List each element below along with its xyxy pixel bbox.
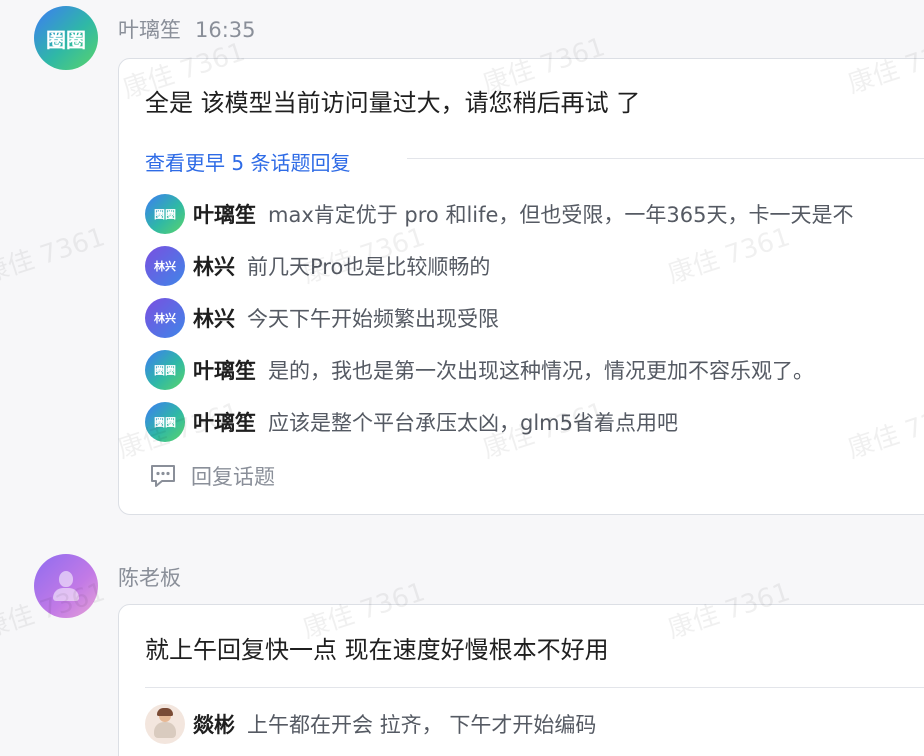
reply-author[interactable]: 燚彬 [193, 709, 235, 739]
reply-text: max肯定优于 pro 和life，但也受限，一年365天，卡一天是不 [268, 203, 854, 227]
reply-row: 圈圈 叶璃笙 是的，我也是第一次出现这种情况，情况更加不容乐观了。 [145, 350, 814, 390]
author-name[interactable]: 叶璃笙 [118, 18, 181, 42]
author-name[interactable]: 陈老板 [118, 566, 181, 590]
message-card: 就上午回复快一点 现在速度好慢根本不好用 燚彬 上午都在开会 拉齐， 下午才开始… [118, 604, 924, 756]
reply-text: 前几天Pro也是比较顺畅的 [247, 255, 491, 279]
avatar-chenlaoban[interactable] [34, 554, 98, 618]
reply-author[interactable]: 叶璃笙 [193, 355, 256, 385]
reply-avatar[interactable]: 圈圈 [145, 350, 185, 390]
divider [407, 158, 924, 159]
avatar-initials: 林兴 [154, 260, 176, 273]
reply-text: 应该是整个平台承压太凶，glm5省着点用吧 [268, 411, 678, 435]
reply-row: 林兴 林兴 前几天Pro也是比较顺畅的 [145, 246, 490, 286]
reply-avatar[interactable]: 林兴 [145, 246, 185, 286]
reply-row: 林兴 林兴 今天下午开始频繁出现受限 [145, 298, 499, 338]
comment-icon [151, 465, 175, 487]
reply-topic-label: 回复话题 [191, 465, 275, 489]
reply-text: 是的，我也是第一次出现这种情况，情况更加不容乐观了。 [268, 359, 814, 383]
reply-avatar[interactable]: 圈圈 [145, 402, 185, 442]
view-earlier-replies-link[interactable]: 查看更早 5 条话题回复 [145, 147, 350, 176]
message-meta: 叶璃笙 16:35 [118, 14, 256, 44]
reply-text: 今天下午开始频繁出现受限 [247, 307, 499, 331]
message-meta: 陈老板 [118, 562, 181, 592]
avatar-yelisheng[interactable]: 圈圈 [34, 6, 98, 70]
reply-author[interactable]: 叶璃笙 [193, 199, 256, 229]
message-card: 全是 该模型当前访问量过大，请您稍后再试 了 查看更早 5 条话题回复 圈圈 叶… [118, 58, 924, 515]
reply-author[interactable]: 林兴 [193, 303, 235, 333]
message-text: 全是 该模型当前访问量过大，请您稍后再试 了 [145, 89, 641, 117]
reply-text: 上午都在开会 拉齐， 下午才开始编码 [247, 713, 597, 737]
avatar-initials: 圈圈 [154, 364, 176, 377]
reply-topic-button[interactable]: 回复话题 [149, 461, 275, 491]
message-time: 16:35 [195, 18, 256, 42]
person-figure-icon [150, 708, 180, 740]
reply-avatar[interactable]: 林兴 [145, 298, 185, 338]
avatar-initials: 林兴 [154, 312, 176, 325]
reply-author[interactable]: 林兴 [193, 251, 235, 281]
avatar-initials: 圈圈 [154, 208, 176, 221]
reply-row: 圈圈 叶璃笙 max肯定优于 pro 和life，但也受限，一年365天，卡一天… [145, 194, 854, 234]
message-text: 就上午回复快一点 现在速度好慢根本不好用 [145, 636, 609, 664]
reply-avatar[interactable]: 圈圈 [145, 194, 185, 234]
person-icon [53, 571, 79, 601]
reply-row: 燚彬 上午都在开会 拉齐， 下午才开始编码 [145, 704, 596, 744]
reply-avatar[interactable] [145, 704, 185, 744]
avatar-initials: 圈圈 [46, 27, 86, 52]
reply-author[interactable]: 叶璃笙 [193, 407, 256, 437]
divider [145, 687, 924, 688]
chat-thread-view: 圈圈 叶璃笙 16:35 全是 该模型当前访问量过大，请您稍后再试 了 查看更早 … [0, 0, 924, 756]
reply-row: 圈圈 叶璃笙 应该是整个平台承压太凶，glm5省着点用吧 [145, 402, 678, 442]
avatar-initials: 圈圈 [154, 416, 176, 429]
watermark: 康佳 7361 [0, 222, 109, 290]
